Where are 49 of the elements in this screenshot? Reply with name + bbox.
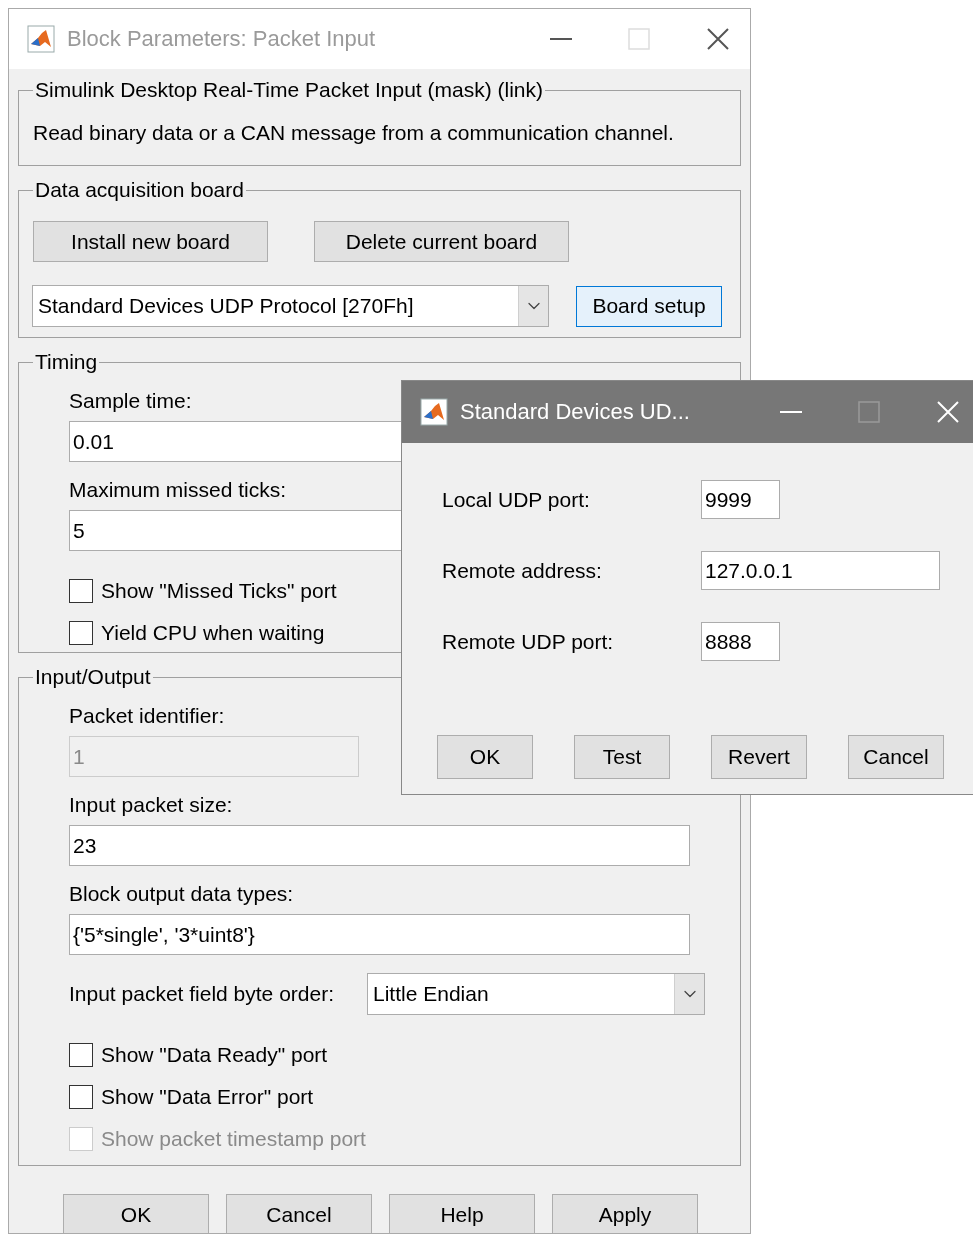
- button[interactable]: Cancel: [848, 735, 944, 779]
- app-icon: [420, 398, 448, 426]
- checkbox[interactable]: [69, 579, 93, 603]
- input-field[interactable]: 9999: [701, 480, 780, 519]
- field-label: Maximum missed ticks:: [69, 479, 287, 501]
- checkbox[interactable]: [69, 1085, 93, 1109]
- button[interactable]: OK: [437, 735, 533, 779]
- checkbox[interactable]: [69, 621, 93, 645]
- input-field[interactable]: 23: [69, 825, 690, 866]
- checkbox-label: Show packet timestamp port: [101, 1128, 366, 1150]
- checkbox-label: Show "Missed Ticks" port: [101, 580, 337, 602]
- group-title: Data acquisition board: [34, 179, 245, 201]
- checkbox[interactable]: [69, 1043, 93, 1067]
- minimize-icon[interactable]: [550, 37, 572, 41]
- group-title: Timing: [34, 351, 99, 373]
- field-label: Packet identifier:: [69, 705, 225, 727]
- field-label: Remote address:: [442, 559, 603, 582]
- checkbox-label: Show "Data Error" port: [101, 1086, 314, 1108]
- button[interactable]: Revert: [711, 735, 807, 779]
- button[interactable]: OK: [63, 1194, 209, 1233]
- close-icon[interactable]: [706, 27, 730, 51]
- button[interactable]: Help: [389, 1194, 535, 1233]
- field-label: Input packet size:: [69, 794, 233, 816]
- button[interactable]: Cancel: [226, 1194, 372, 1233]
- field-label: Block output data types:: [69, 883, 294, 905]
- minimize-icon[interactable]: [780, 410, 802, 414]
- checkbox-label: Yield CPU when waiting: [101, 622, 325, 644]
- group-title: Input/Output: [34, 666, 152, 688]
- input-field[interactable]: 8888: [701, 622, 780, 661]
- dropdown[interactable]: Standard Devices UDP Protocol [270Fh]: [32, 285, 549, 327]
- description: Read binary data or a CAN message from a communication channel.: [33, 122, 674, 144]
- window-title: Block Parameters: Packet Input: [67, 26, 376, 52]
- input-field[interactable]: 127.0.0.1: [701, 551, 940, 590]
- checkbox-label: Show "Data Ready" port: [101, 1044, 328, 1066]
- group-title: Simulink Desktop Real-Time Packet Input (mask) (link): [34, 79, 545, 101]
- field-label: Remote UDP port:: [442, 630, 615, 653]
- field-label: Local UDP port:: [442, 488, 591, 511]
- button[interactable]: Board setup: [576, 285, 722, 327]
- input-field[interactable]: {'5*single', '3*uint8'}: [69, 914, 690, 955]
- app-icon: [27, 25, 55, 53]
- button[interactable]: Delete current board: [314, 221, 569, 262]
- button[interactable]: Install new board: [33, 221, 268, 262]
- field-label: Input packet field byte order:: [69, 983, 335, 1005]
- dropdown-value: Little Endian: [372, 981, 490, 1007]
- dropdown[interactable]: Little Endian: [367, 973, 705, 1015]
- dropdown-value: Standard Devices UDP Protocol [270Fh]: [37, 293, 415, 319]
- button[interactable]: Test: [574, 735, 670, 779]
- button[interactable]: Apply: [552, 1194, 698, 1233]
- field-label: Sample time:: [69, 390, 192, 412]
